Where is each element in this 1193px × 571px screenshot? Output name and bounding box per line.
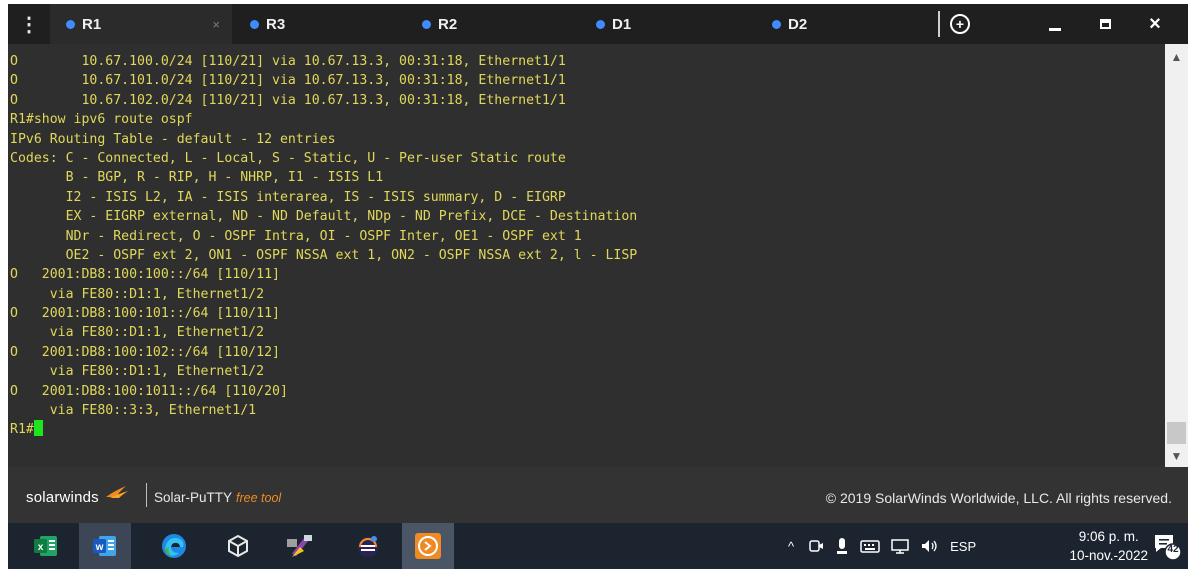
clock-time: 9:06 p. m.: [1078, 529, 1139, 544]
tab-label: D2: [788, 15, 808, 33]
edge-icon: [162, 534, 186, 558]
tab-bar: ⋮ R1 × R3 R2 D1 D2 + ×: [8, 4, 1188, 44]
product-label: Solar-PuTTY: [154, 490, 233, 505]
tab-r3[interactable]: R3: [232, 4, 406, 44]
terminal-line: R1#show ipv6 route ospf: [10, 112, 193, 128]
terminal-line: O 2001:DB8:100:1011::/64 [110/20]: [10, 383, 288, 399]
tab-r2[interactable]: R2: [406, 4, 580, 44]
footer-divider: [146, 483, 147, 507]
svg-text:w: w: [95, 542, 104, 553]
taskbar-edge[interactable]: [148, 523, 200, 569]
status-dot-icon: [772, 19, 781, 29]
scroll-thumb[interactable]: [1167, 422, 1186, 444]
terminal-line: NDr - Redirect, O - OSPF Intra, OI - OSP…: [10, 228, 582, 244]
clock[interactable]: 9:06 p. m. 10-nov.-2022: [1069, 527, 1148, 565]
terminal-line: O 10.67.102.0/24 [110/21] via 10.67.13.3…: [10, 92, 566, 108]
network-icon[interactable]: [890, 538, 910, 554]
terminal-cursor: [33, 420, 43, 437]
terminal-prompt-line: R1#: [10, 420, 1165, 439]
new-tab-button[interactable]: +: [940, 4, 980, 44]
maximize-button[interactable]: [1080, 4, 1130, 44]
keyboard-icon[interactable]: [860, 538, 880, 554]
terminal-line: O 10.67.100.0/24 [110/21] via 10.67.13.3…: [10, 54, 566, 69]
terminal-line: I2 - ISIS L2, IA - ISIS interarea, IS - …: [10, 189, 566, 205]
close-window-button[interactable]: ×: [1130, 4, 1180, 44]
terminal-line: B - BGP, R - RIP, H - NHRP, I1 - ISIS L1: [10, 170, 384, 186]
terminal-line: via FE80::D1:1, Ethernet1/2: [10, 364, 265, 380]
taskbar-word[interactable]: w: [79, 523, 131, 569]
excel-icon: x: [34, 536, 57, 556]
minimize-icon: [1049, 27, 1061, 31]
copyright-text: © 2019 SolarWinds Worldwide, LLC. All ri…: [825, 490, 1172, 506]
plus-icon: +: [950, 14, 970, 34]
terminal-line: O 2001:DB8:100:101::/64 [110/11]: [10, 306, 280, 322]
virtualbox-icon: [228, 534, 248, 558]
terminal-line: IPv6 Routing Table - default - 12 entrie…: [10, 131, 336, 147]
svg-text:x: x: [38, 542, 44, 553]
notifications-button[interactable]: 42: [1152, 531, 1182, 561]
solarwinds-flame-icon: [106, 486, 128, 498]
app-footer: solarwinds Solar-PuTTY free tool © 2019 S…: [8, 467, 1188, 523]
terminal-prompt: R1#: [10, 422, 34, 438]
maximize-icon: [1099, 19, 1111, 29]
tab-label: R2: [438, 15, 458, 33]
taskbar-excel[interactable]: x: [20, 523, 72, 569]
terminal-lines: O 10.67.100.0/24 [110/21] via 10.67.13.3…: [8, 44, 1165, 440]
status-dot-icon: [596, 19, 605, 29]
scroll-down-icon[interactable]: ▼: [1165, 449, 1188, 463]
taskbar-gns3[interactable]: [274, 523, 326, 569]
status-dot-icon: [66, 19, 75, 29]
tab-d1[interactable]: D1: [580, 4, 754, 44]
close-tab-icon[interactable]: ×: [212, 17, 220, 32]
scroll-up-icon[interactable]: ▲: [1165, 50, 1188, 64]
terminal-line: O 2001:DB8:100:100::/64 [110/11]: [10, 267, 280, 283]
terminal-line: via FE80::3:3, Ethernet1/1: [10, 403, 257, 419]
terminal-line: OE2 - OSPF ext 2, ON1 - OSPF NSSA ext 1,…: [10, 247, 638, 263]
terminal-line: O 2001:DB8:100:102::/64 [110/12]: [10, 344, 280, 360]
taskbar-solar-putty[interactable]: [402, 523, 454, 569]
terminal-line: via FE80::D1:1, Ethernet1/2: [10, 325, 265, 341]
clock-date: 10-nov.-2022: [1069, 548, 1148, 563]
close-icon: ×: [1149, 12, 1161, 35]
meet-now-icon[interactable]: [808, 538, 824, 554]
show-hidden-icons-button[interactable]: ^: [788, 539, 794, 554]
taskbar-eclipse[interactable]: [342, 523, 394, 569]
language-indicator[interactable]: ESP: [950, 539, 976, 554]
tab-r1[interactable]: R1 ×: [50, 4, 232, 44]
free-tool-label: free tool: [236, 491, 282, 505]
gns3-icon: [287, 535, 312, 557]
tab-d2[interactable]: D2: [754, 4, 932, 44]
product-name: Solar-PuTTY free tool: [154, 490, 281, 505]
word-icon: w: [93, 536, 116, 556]
tab-label: R1: [82, 15, 102, 33]
system-tray: ^ ESP: [788, 523, 976, 569]
minimize-button[interactable]: [1030, 4, 1080, 44]
terminal-line: EX - EIGRP external, ND - ND Default, ND…: [10, 209, 638, 225]
solarwinds-logo: solarwinds: [26, 489, 99, 506]
tab-label: D1: [612, 15, 632, 33]
terminal-line: O 10.67.101.0/24 [110/21] via 10.67.13.3…: [10, 73, 566, 89]
status-dot-icon: [250, 19, 259, 29]
terminal-line: Codes: C - Connected, L - Local, S - Sta…: [10, 150, 566, 166]
volume-icon[interactable]: [920, 538, 940, 554]
taskbar-virtualbox[interactable]: [212, 523, 264, 569]
status-dot-icon: [422, 19, 431, 29]
notification-count: 42: [1167, 544, 1179, 555]
vertical-scrollbar[interactable]: ▲ ▼: [1165, 44, 1188, 467]
terminal-line: via FE80::D1:1, Ethernet1/2: [10, 286, 265, 302]
solar-putty-icon: [415, 533, 441, 559]
kebab-menu-icon: ⋮: [19, 13, 39, 36]
microphone-icon[interactable]: [836, 537, 848, 555]
windows-taskbar: x w ^ ESP 9:06 p. m. 10-nov.-2022 42: [8, 523, 1188, 569]
menu-button[interactable]: ⋮: [8, 4, 50, 44]
terminal-output[interactable]: O 10.67.100.0/24 [110/21] via 10.67.13.3…: [8, 44, 1165, 467]
tab-label: R3: [266, 15, 286, 33]
eclipse-icon: [358, 536, 378, 557]
